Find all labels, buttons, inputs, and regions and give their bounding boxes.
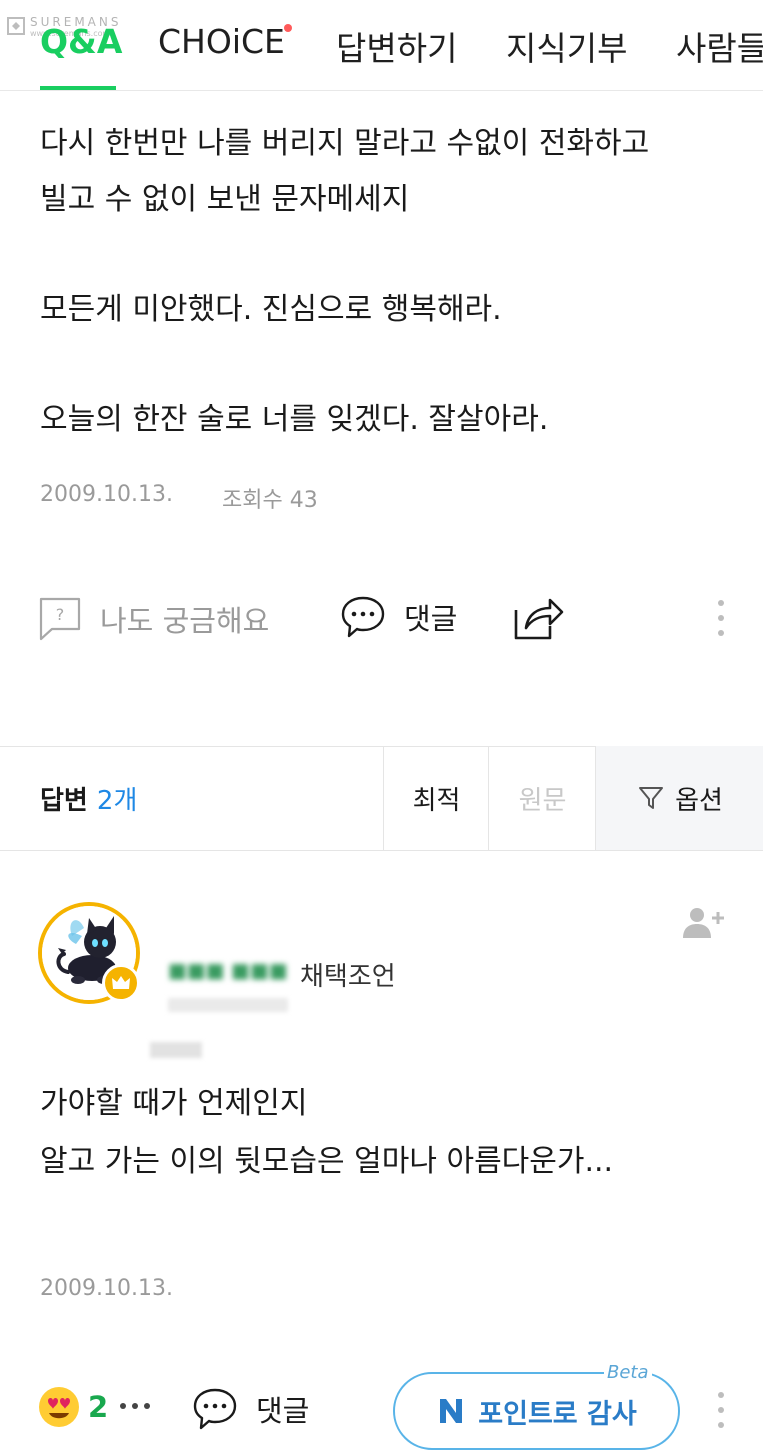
beta-label: Beta bbox=[604, 1362, 652, 1383]
sort-original-button[interactable]: 원문 bbox=[488, 746, 596, 850]
answer-more-icon[interactable] bbox=[718, 1392, 726, 1428]
watermark-logo-icon bbox=[7, 17, 25, 35]
answer-text-line: 알고 가는 이의 뒷모습은 얼마나 아름다운가... bbox=[40, 1144, 614, 1179]
author-tag: 채택조언 bbox=[300, 962, 396, 992]
answer-comment-button[interactable]: 댓글 bbox=[192, 1386, 309, 1432]
new-dot-badge bbox=[284, 24, 292, 32]
question-views: 조회수 43 bbox=[222, 488, 318, 513]
tab-people[interactable]: 사람들 bbox=[676, 22, 763, 70]
answer-date: 2009.10.13. bbox=[40, 1276, 173, 1301]
tab-knowledge-donation[interactable]: 지식기부 bbox=[506, 22, 627, 70]
reaction-count: 2 bbox=[88, 1390, 109, 1424]
answer-count-number: 2개 bbox=[96, 786, 138, 816]
share-icon bbox=[514, 598, 564, 640]
share-button[interactable] bbox=[512, 594, 564, 646]
answer-count-label: 답변 bbox=[40, 786, 88, 816]
question-text-line: 빌고 수 없이 보낸 문자메세지 bbox=[40, 182, 410, 217]
question-date: 2009.10.13. bbox=[40, 482, 173, 507]
thanks-label: 포인트로 감사 bbox=[478, 1398, 637, 1430]
question-text-line: 오늘의 한잔 술로 너를 잊겠다. 잘살아라. bbox=[40, 402, 549, 437]
sort-best-button[interactable]: 최적 bbox=[383, 746, 489, 850]
curious-button[interactable]: ? 나도 궁금해요 bbox=[38, 596, 269, 642]
naver-n-icon bbox=[440, 1399, 463, 1423]
reaction-more-icon[interactable] bbox=[120, 1403, 150, 1409]
tab-answer[interactable]: 답변하기 bbox=[336, 22, 457, 70]
question-more-icon[interactable] bbox=[718, 600, 726, 636]
option-button[interactable]: 옵션 bbox=[595, 746, 763, 850]
comment-label: 댓글 bbox=[404, 602, 458, 636]
top-nav: SUREMANS www.suremans.com Q&A CHOiCE 답변하… bbox=[0, 0, 763, 91]
author-detail-blurred bbox=[168, 998, 288, 1012]
question-comment-button[interactable]: 댓글 bbox=[340, 594, 457, 640]
add-user-icon bbox=[683, 908, 724, 938]
answer-count: 답변 2개 bbox=[40, 780, 137, 817]
svg-text:?: ? bbox=[56, 605, 65, 624]
answer-text-line: 가야할 때가 언제인지 bbox=[40, 1086, 308, 1121]
comment-label: 댓글 bbox=[256, 1394, 310, 1428]
section-divider bbox=[0, 718, 763, 747]
tab-choice[interactable]: CHOiCE bbox=[158, 22, 285, 61]
author-name-blurred: ■■■ ■■■ bbox=[168, 958, 288, 982]
answers-header: 답변 2개 최적 원문 옵션 bbox=[0, 746, 763, 851]
comment-icon bbox=[193, 1388, 237, 1430]
active-tab-indicator bbox=[40, 86, 116, 90]
crown-icon bbox=[112, 976, 130, 989]
comment-icon bbox=[341, 596, 385, 638]
question-bubble-icon: ? bbox=[39, 597, 81, 641]
question-text-line: 모든게 미안했다. 진심으로 행복해라. bbox=[40, 292, 502, 327]
reaction-button[interactable]: 2 bbox=[38, 1386, 108, 1428]
thanks-with-points-button[interactable]: 포인트로 감사 bbox=[393, 1372, 680, 1450]
heart-eyes-emoji-icon bbox=[39, 1387, 79, 1427]
expert-crown-badge bbox=[102, 964, 140, 1002]
question-text-line: 다시 한번만 나를 버리지 말라고 수없이 전화하고 bbox=[40, 126, 650, 161]
curious-label: 나도 궁금해요 bbox=[100, 604, 270, 638]
option-label: 옵션 bbox=[675, 785, 723, 816]
filter-icon bbox=[639, 787, 664, 809]
tab-qna[interactable]: Q&A bbox=[40, 22, 122, 61]
follow-user-button[interactable] bbox=[682, 906, 726, 944]
author-detail-blurred bbox=[150, 1042, 202, 1058]
